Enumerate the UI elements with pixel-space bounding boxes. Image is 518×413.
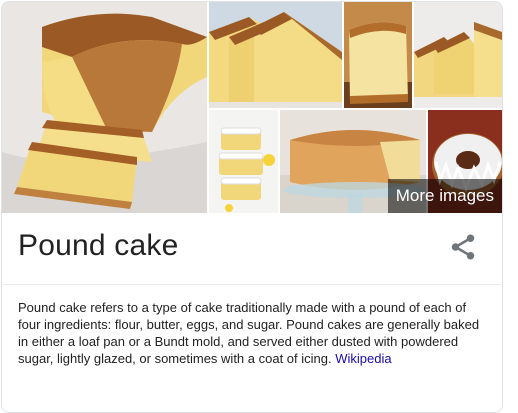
- more-images-label: More images: [395, 186, 494, 205]
- gallery-image-single-slice[interactable]: [344, 2, 412, 108]
- gallery-image-glazed-stack[interactable]: [209, 110, 278, 213]
- image-gallery: More images: [2, 2, 502, 213]
- description-text: Pound cake refers to a type of cake trad…: [18, 300, 480, 366]
- title-row: Pound cake: [2, 213, 502, 285]
- gallery-image-slices[interactable]: [414, 2, 502, 108]
- gallery-image-loaf[interactable]: [2, 2, 207, 213]
- panel-title: Pound cake: [18, 229, 179, 262]
- knowledge-panel: More images Pound cake Pound cake refers…: [1, 1, 503, 413]
- share-icon[interactable]: [448, 232, 478, 262]
- panel-description: Pound cake refers to a type of cake trad…: [18, 299, 488, 367]
- wikipedia-link[interactable]: Wikipedia: [335, 351, 391, 366]
- gallery-image-sliced-loaf[interactable]: [209, 2, 342, 108]
- more-images-button[interactable]: More images: [387, 179, 502, 213]
